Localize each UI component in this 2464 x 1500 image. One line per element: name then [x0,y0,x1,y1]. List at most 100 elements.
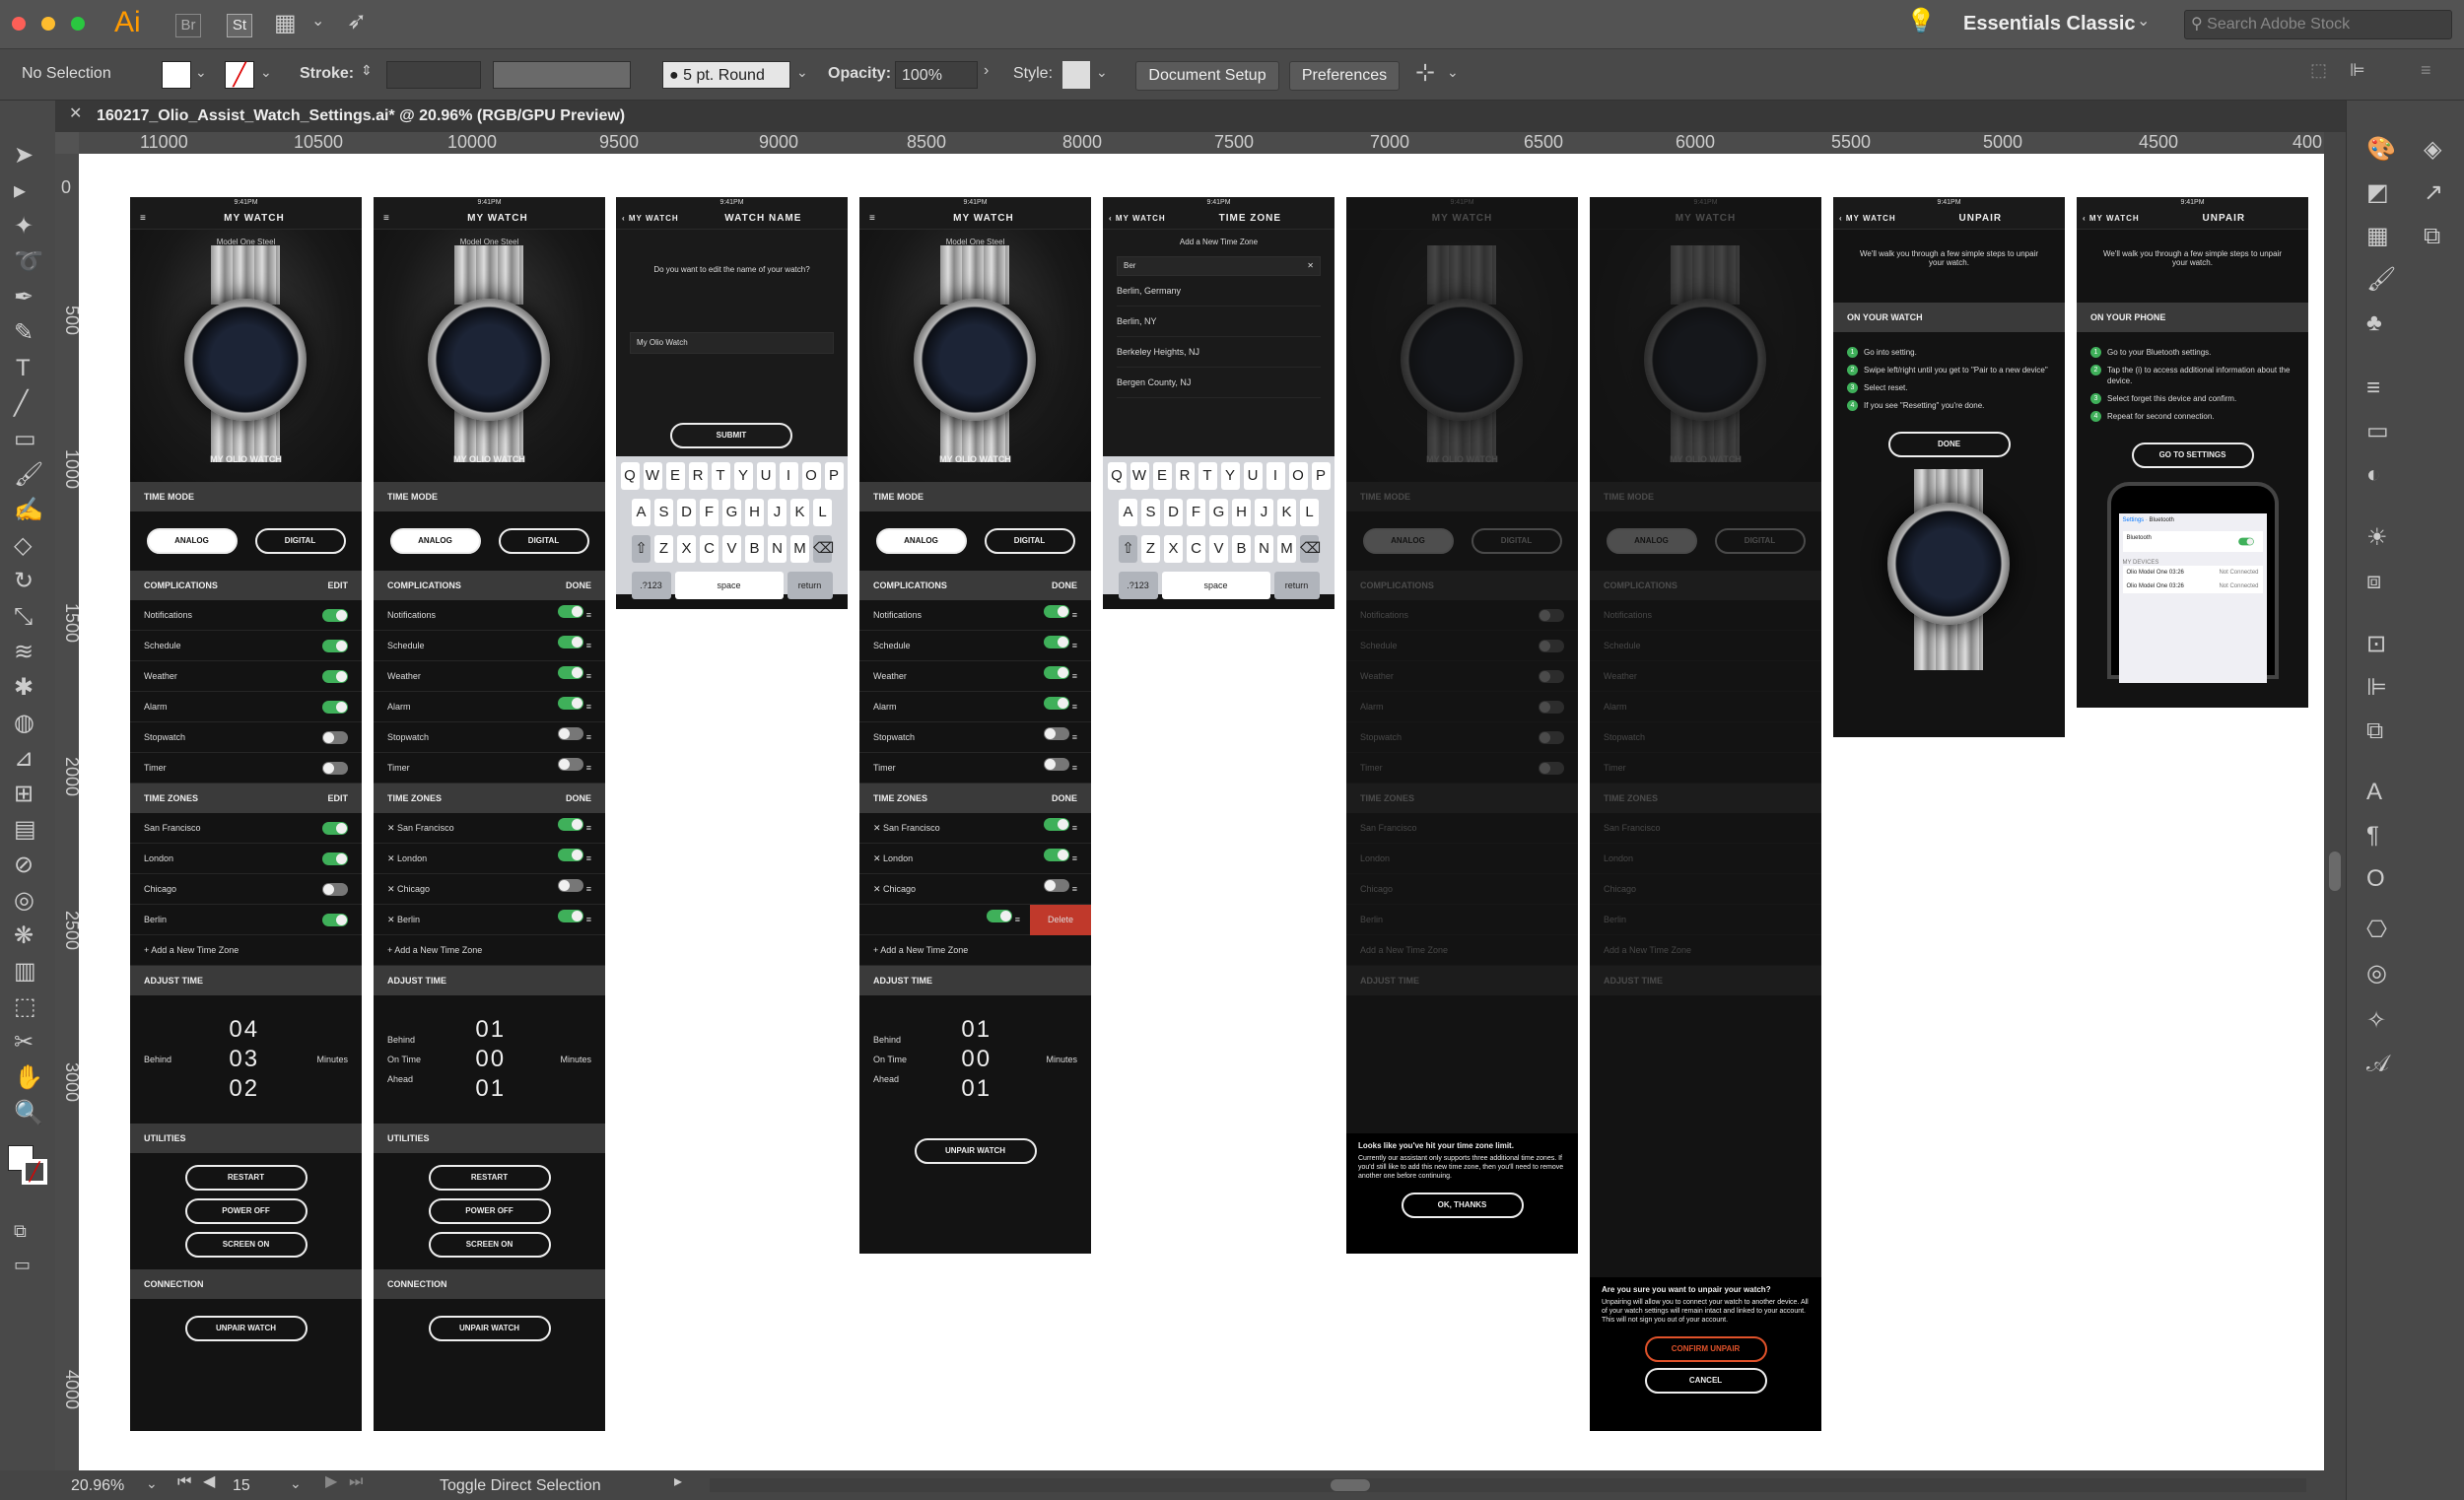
rectangle-tool-icon[interactable]: ▭ [14,428,36,451]
eraser-tool-icon[interactable]: ◇ [14,534,32,558]
lightbulb-icon[interactable]: 💡 [1906,10,1936,34]
gradient-tool-icon[interactable]: ▤ [14,818,36,842]
minimize-window-button[interactable] [41,17,55,31]
menu-icon[interactable]: ≡ [2421,61,2431,79]
chevron-down-icon[interactable]: ⌄ [195,65,207,79]
opacity-field[interactable]: 100% [895,61,978,89]
hand-tool-icon[interactable]: ✋ [14,1066,43,1090]
chevron-down-icon[interactable]: ⌄ [2137,14,2150,30]
submit-button[interactable]: SUBMIT [670,423,792,448]
stroke-weight-field[interactable] [386,61,481,89]
power-off-button[interactable]: POWER OFF [184,1198,308,1224]
zoom-level[interactable]: 20.96% [71,1477,124,1495]
gradient-panel-icon[interactable]: ▭ [2366,420,2389,443]
bridge-button[interactable]: Br [175,14,201,37]
done-button[interactable]: DONE [566,571,591,600]
list-item[interactable]: Berlin, Germany [1117,276,1321,307]
stroke-stepper[interactable]: ⇕ [361,63,373,77]
stock-search-input[interactable]: ⚲ Search Adobe Stock [2184,10,2452,39]
blend-tool-icon[interactable]: ◎ [14,889,34,913]
align-icon[interactable]: ⊹ [1415,61,1435,85]
opentype-icon[interactable]: O [2366,867,2385,891]
workspace-switcher[interactable]: Essentials Classic [1963,13,2136,35]
close-window-button[interactable] [12,17,26,31]
mesh-tool-icon[interactable]: ⊞ [14,783,34,806]
transform-icon[interactable]: ⬚ [2310,61,2327,79]
stock-button[interactable]: St [227,14,252,37]
pathfinder-icon[interactable]: ⧉ [2366,719,2383,743]
list-item[interactable]: Berlin, NY [1117,307,1321,337]
chevron-right-icon[interactable]: ▸ [674,1474,682,1490]
chevron-down-icon[interactable]: ⌄ [260,65,272,79]
close-icon[interactable]: ✕ [69,106,82,122]
watch-name-input[interactable]: My Olio Watch [630,332,834,354]
menu-icon[interactable]: ≡ [130,208,147,230]
paragraph-icon[interactable]: ¶ [2366,824,2379,848]
lasso-tool-icon[interactable]: ➰ [14,250,43,274]
slice-tool-icon[interactable]: ✂ [14,1031,34,1055]
next-artboard-icon[interactable]: ▶ [325,1474,337,1490]
toggle[interactable] [322,608,348,622]
list-item[interactable]: Berkeley Heights, NJ [1117,337,1321,368]
zoom-tool-icon[interactable]: 🔍 [14,1102,43,1125]
align-panel-icon[interactable]: ⊫ [2366,676,2387,700]
time-zone-search-input[interactable]: Ber ✕ [1117,256,1321,276]
fill-swatch[interactable] [162,61,191,89]
toggle[interactable] [322,669,348,683]
column-graph-tool-icon[interactable]: ▥ [14,960,36,984]
puppet-warp-tool-icon[interactable]: ✱ [14,676,34,700]
chevron-down-icon[interactable]: ⌄ [146,1476,158,1490]
cancel-button[interactable]: CANCEL [1644,1368,1767,1394]
swatches-icon[interactable]: ▦ [2366,225,2389,248]
scale-tool-icon[interactable]: ⤡ [14,605,33,629]
toggle[interactable] [322,700,348,714]
chevron-right-icon[interactable]: › [984,63,989,79]
list-item[interactable]: Bergen County, NJ [1117,368,1321,398]
chevron-down-icon[interactable]: ⌄ [1096,65,1108,79]
paintbrush-tool-icon[interactable]: 🖌 [14,463,43,487]
eyedropper-tool-icon[interactable]: ⊘ [14,853,34,877]
stroke-swatch[interactable]: ╱ [225,61,254,89]
selection-tool-icon[interactable]: ➤ [14,144,34,168]
draw-mode-icon[interactable]: ⧉ [14,1222,27,1240]
done-button[interactable]: DONE [1887,432,2011,457]
chevron-down-icon[interactable]: ⌄ [311,14,324,30]
stroke-swatch-tool[interactable]: ╱ [22,1159,47,1185]
shape-builder-tool-icon[interactable]: ◍ [14,712,34,735]
graphic-style-swatch[interactable] [1062,61,1090,89]
scroll-thumb[interactable] [2329,852,2341,891]
analog-button[interactable]: ANALOG [146,528,238,554]
line-tool-icon[interactable]: ╱ [14,392,28,416]
links-icon[interactable]: ◎ [2366,962,2387,986]
transparency-icon[interactable]: ◐ [2366,463,2381,487]
type-tool-icon[interactable]: T [16,357,31,380]
transform-panel-icon[interactable]: ⊡ [2366,633,2386,656]
toggle[interactable] [322,761,348,775]
rotate-tool-icon[interactable]: ↻ [14,570,34,593]
screen-mode-icon[interactable]: ▭ [14,1256,31,1273]
export-icon[interactable]: ↗ [2424,181,2443,205]
document-tab[interactable]: 160217_Olio_Assist_Watch_Settings.ai* @ … [97,107,625,125]
character-icon[interactable]: A [2366,781,2382,804]
vertical-scrollbar[interactable] [2324,132,2346,1470]
toggle[interactable] [322,730,348,744]
gpu-performance-icon[interactable]: ➶ [347,10,367,34]
brush-definition[interactable]: ● 5 pt. Round [662,61,790,89]
back-button[interactable]: ‹ MY WATCH [616,208,679,230]
artboard-tool-icon[interactable]: ⬚ [14,995,36,1019]
direct-selection-tool-icon[interactable]: ▸ [14,179,26,203]
digital-button[interactable]: DIGITAL [254,528,346,554]
restart-button[interactable]: RESTART [184,1165,308,1191]
pen-tool-icon[interactable]: ✒ [14,286,34,309]
artboards-icon[interactable]: ⧉ [2424,225,2440,248]
last-artboard-icon[interactable]: ⏭ [349,1474,363,1490]
stroke-panel-icon[interactable]: ≡ [2366,376,2380,400]
artboard-canvas[interactable]: 9:41PM ≡ MY WATCH Model One Steel MY OLIO… [79,154,2324,1470]
add-time-zone[interactable]: + Add a New Time Zone [130,935,362,966]
go-to-settings-button[interactable]: GO TO SETTINGS [2131,443,2254,468]
edit-button[interactable]: EDIT [327,571,348,600]
symbols-icon[interactable]: ♣ [2366,311,2382,335]
chevron-down-icon[interactable]: ⌄ [1447,65,1459,79]
magic-wand-tool-icon[interactable]: ✦ [14,215,34,239]
screen-on-button[interactable]: SCREEN ON [184,1232,308,1258]
